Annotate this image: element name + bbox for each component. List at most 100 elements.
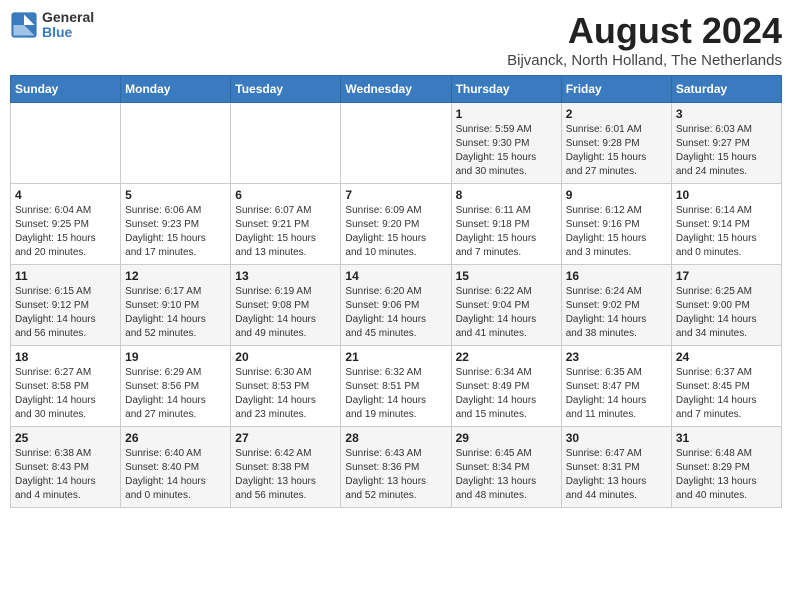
day-info: Sunrise: 6:19 AM Sunset: 9:08 PM Dayligh… — [235, 285, 336, 341]
day-number: 13 — [235, 269, 336, 283]
calendar-day-cell: 28 Sunrise: 6:43 AM Sunset: 8:36 PM Dayli… — [341, 427, 451, 508]
day-number: 22 — [456, 350, 557, 364]
day-number: 5 — [125, 188, 226, 202]
weekday-header-cell: Saturday — [671, 76, 781, 103]
calendar-day-cell: 30 Sunrise: 6:47 AM Sunset: 8:31 PM Dayli… — [561, 427, 671, 508]
calendar-week-row: 11 Sunrise: 6:15 AM Sunset: 9:12 PM Dayli… — [11, 265, 782, 346]
calendar-day-cell: 15Sunrise: 6:22 AM Sunset: 9:04 PM Dayli… — [451, 265, 561, 346]
calendar-day-cell: 24Sunrise: 6:37 AM Sunset: 8:45 PM Dayli… — [671, 346, 781, 427]
calendar-day-cell — [341, 103, 451, 184]
logo-icon — [10, 11, 38, 39]
title-area: August 2024 Bijvanck, North Holland, The… — [507, 10, 782, 69]
day-info: Sunrise: 6:29 AM Sunset: 8:56 PM Dayligh… — [125, 366, 226, 422]
day-number: 24 — [676, 350, 777, 364]
calendar-table: SundayMondayTuesdayWednesdayThursdayFrid… — [10, 75, 782, 508]
day-info: Sunrise: 6:22 AM Sunset: 9:04 PM Dayligh… — [456, 285, 557, 341]
calendar-day-cell: 21 Sunrise: 6:32 AM Sunset: 8:51 PM Dayli… — [341, 346, 451, 427]
weekday-header-cell: Wednesday — [341, 76, 451, 103]
day-number: 2 — [566, 107, 667, 121]
day-info: Sunrise: 6:01 AM Sunset: 9:28 PM Dayligh… — [566, 123, 667, 179]
logo-text: General Blue — [42, 10, 94, 41]
day-info: Sunrise: 6:27 AM Sunset: 8:58 PM Dayligh… — [15, 366, 116, 422]
calendar-day-cell: 25 Sunrise: 6:38 AM Sunset: 8:43 PM Dayli… — [11, 427, 121, 508]
calendar-day-cell: 17 Sunrise: 6:25 AM Sunset: 9:00 PM Dayli… — [671, 265, 781, 346]
day-number: 14 — [345, 269, 446, 283]
day-info: Sunrise: 6:47 AM Sunset: 8:31 PM Dayligh… — [566, 447, 667, 503]
calendar-day-cell: 4 Sunrise: 6:04 AM Sunset: 9:25 PM Daylig… — [11, 184, 121, 265]
day-info: Sunrise: 5:59 AM Sunset: 9:30 PM Dayligh… — [456, 123, 557, 179]
day-number: 26 — [125, 431, 226, 445]
weekday-header-cell: Tuesday — [231, 76, 341, 103]
calendar-day-cell: 29 Sunrise: 6:45 AM Sunset: 8:34 PM Dayli… — [451, 427, 561, 508]
day-info: Sunrise: 6:07 AM Sunset: 9:21 PM Dayligh… — [235, 204, 336, 260]
day-info: Sunrise: 6:34 AM Sunset: 8:49 PM Dayligh… — [456, 366, 557, 422]
calendar-day-cell: 6 Sunrise: 6:07 AM Sunset: 9:21 PM Daylig… — [231, 184, 341, 265]
calendar-day-cell: 18 Sunrise: 6:27 AM Sunset: 8:58 PM Dayli… — [11, 346, 121, 427]
calendar-day-cell: 10 Sunrise: 6:14 AM Sunset: 9:14 PM Dayli… — [671, 184, 781, 265]
header: General Blue August 2024 Bijvanck, North… — [10, 10, 782, 69]
day-number: 27 — [235, 431, 336, 445]
day-number: 10 — [676, 188, 777, 202]
day-info: Sunrise: 6:40 AM Sunset: 8:40 PM Dayligh… — [125, 447, 226, 503]
calendar-day-cell: 13 Sunrise: 6:19 AM Sunset: 9:08 PM Dayli… — [231, 265, 341, 346]
day-info: Sunrise: 6:20 AM Sunset: 9:06 PM Dayligh… — [345, 285, 446, 341]
calendar-day-cell: 5 Sunrise: 6:06 AM Sunset: 9:23 PM Daylig… — [121, 184, 231, 265]
day-info: Sunrise: 6:32 AM Sunset: 8:51 PM Dayligh… — [345, 366, 446, 422]
logo: General Blue — [10, 10, 94, 41]
day-info: Sunrise: 6:15 AM Sunset: 9:12 PM Dayligh… — [15, 285, 116, 341]
calendar-day-cell — [121, 103, 231, 184]
day-info: Sunrise: 6:43 AM Sunset: 8:36 PM Dayligh… — [345, 447, 446, 503]
day-info: Sunrise: 6:25 AM Sunset: 9:00 PM Dayligh… — [676, 285, 777, 341]
calendar-week-row: 1 Sunrise: 5:59 AM Sunset: 9:30 PM Daylig… — [11, 103, 782, 184]
day-info: Sunrise: 6:45 AM Sunset: 8:34 PM Dayligh… — [456, 447, 557, 503]
weekday-header-cell: Monday — [121, 76, 231, 103]
day-info: Sunrise: 6:11 AM Sunset: 9:18 PM Dayligh… — [456, 204, 557, 260]
weekday-header-cell: Sunday — [11, 76, 121, 103]
calendar-day-cell: 8 Sunrise: 6:11 AM Sunset: 9:18 PM Daylig… — [451, 184, 561, 265]
day-number: 1 — [456, 107, 557, 121]
day-number: 18 — [15, 350, 116, 364]
calendar-body: 1 Sunrise: 5:59 AM Sunset: 9:30 PM Daylig… — [11, 103, 782, 508]
day-number: 9 — [566, 188, 667, 202]
day-number: 17 — [676, 269, 777, 283]
calendar-week-row: 4 Sunrise: 6:04 AM Sunset: 9:25 PM Daylig… — [11, 184, 782, 265]
calendar-day-cell: 12 Sunrise: 6:17 AM Sunset: 9:10 PM Dayli… — [121, 265, 231, 346]
day-number: 21 — [345, 350, 446, 364]
day-number: 16 — [566, 269, 667, 283]
day-number: 12 — [125, 269, 226, 283]
day-info: Sunrise: 6:48 AM Sunset: 8:29 PM Dayligh… — [676, 447, 777, 503]
day-number: 29 — [456, 431, 557, 445]
day-number: 6 — [235, 188, 336, 202]
calendar-day-cell: 9 Sunrise: 6:12 AM Sunset: 9:16 PM Daylig… — [561, 184, 671, 265]
day-info: Sunrise: 6:17 AM Sunset: 9:10 PM Dayligh… — [125, 285, 226, 341]
calendar-day-cell — [231, 103, 341, 184]
calendar-day-cell: 14 Sunrise: 6:20 AM Sunset: 9:06 PM Dayli… — [341, 265, 451, 346]
day-number: 30 — [566, 431, 667, 445]
day-info: Sunrise: 6:03 AM Sunset: 9:27 PM Dayligh… — [676, 123, 777, 179]
calendar-day-cell: 3Sunrise: 6:03 AM Sunset: 9:27 PM Daylig… — [671, 103, 781, 184]
day-number: 25 — [15, 431, 116, 445]
calendar-day-cell: 27Sunrise: 6:42 AM Sunset: 8:38 PM Dayli… — [231, 427, 341, 508]
day-info: Sunrise: 6:14 AM Sunset: 9:14 PM Dayligh… — [676, 204, 777, 260]
weekday-header-row: SundayMondayTuesdayWednesdayThursdayFrid… — [11, 76, 782, 103]
subtitle: Bijvanck, North Holland, The Netherlands — [507, 52, 782, 69]
day-info: Sunrise: 6:06 AM Sunset: 9:23 PM Dayligh… — [125, 204, 226, 260]
day-number: 19 — [125, 350, 226, 364]
calendar-day-cell: 22 Sunrise: 6:34 AM Sunset: 8:49 PM Dayli… — [451, 346, 561, 427]
calendar-day-cell: 16Sunrise: 6:24 AM Sunset: 9:02 PM Dayli… — [561, 265, 671, 346]
day-number: 8 — [456, 188, 557, 202]
day-info: Sunrise: 6:30 AM Sunset: 8:53 PM Dayligh… — [235, 366, 336, 422]
day-number: 28 — [345, 431, 446, 445]
calendar-day-cell: 31Sunrise: 6:48 AM Sunset: 8:29 PM Dayli… — [671, 427, 781, 508]
calendar-day-cell: 23Sunrise: 6:35 AM Sunset: 8:47 PM Dayli… — [561, 346, 671, 427]
calendar-day-cell: 7Sunrise: 6:09 AM Sunset: 9:20 PM Daylig… — [341, 184, 451, 265]
calendar-day-cell: 11 Sunrise: 6:15 AM Sunset: 9:12 PM Dayli… — [11, 265, 121, 346]
day-info: Sunrise: 6:04 AM Sunset: 9:25 PM Dayligh… — [15, 204, 116, 260]
day-info: Sunrise: 6:38 AM Sunset: 8:43 PM Dayligh… — [15, 447, 116, 503]
day-number: 11 — [15, 269, 116, 283]
day-info: Sunrise: 6:12 AM Sunset: 9:16 PM Dayligh… — [566, 204, 667, 260]
day-info: Sunrise: 6:35 AM Sunset: 8:47 PM Dayligh… — [566, 366, 667, 422]
calendar-day-cell: 19 Sunrise: 6:29 AM Sunset: 8:56 PM Dayli… — [121, 346, 231, 427]
calendar-day-cell — [11, 103, 121, 184]
day-number: 4 — [15, 188, 116, 202]
